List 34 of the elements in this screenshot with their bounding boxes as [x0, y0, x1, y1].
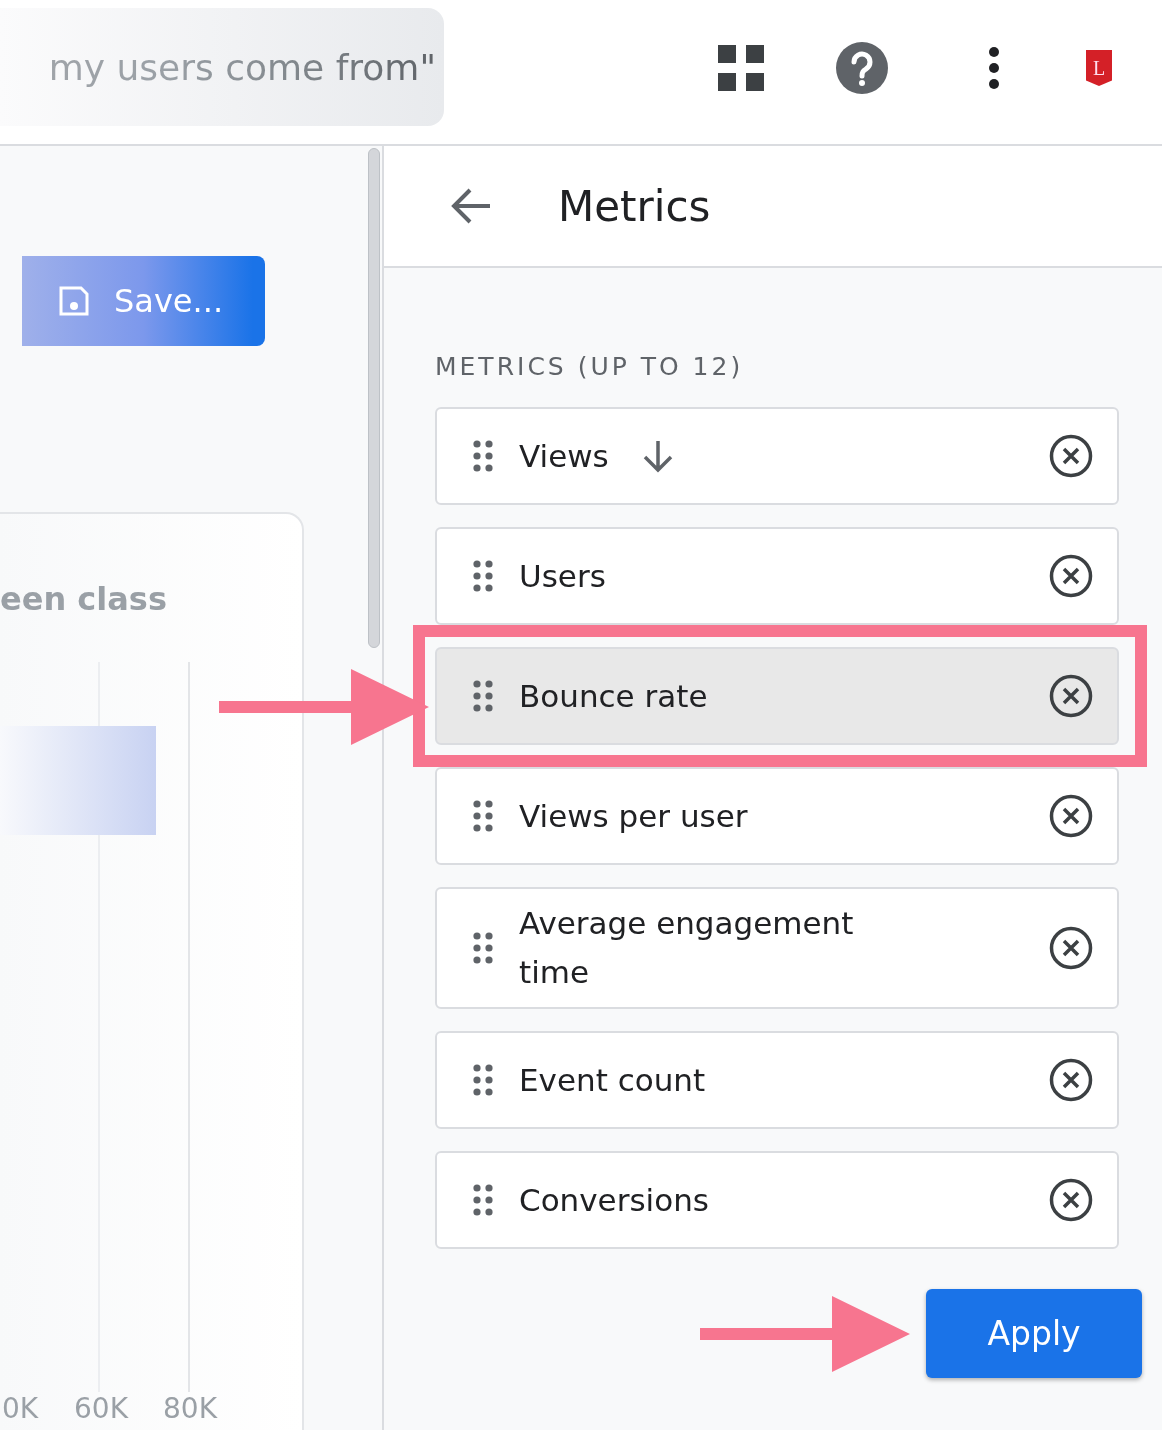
- apps-grid-icon[interactable]: [718, 45, 764, 91]
- metric-chip[interactable]: Conversions: [435, 1151, 1119, 1249]
- remove-icon[interactable]: [1049, 1178, 1093, 1222]
- axis-label: 80K: [163, 1392, 217, 1425]
- panel-title: Metrics: [558, 181, 711, 231]
- metric-chip[interactable]: Average engagement time: [435, 887, 1119, 1009]
- remove-icon[interactable]: [1049, 554, 1093, 598]
- help-icon[interactable]: [836, 42, 888, 94]
- drag-handle-icon[interactable]: [473, 800, 493, 832]
- more-menu-icon[interactable]: [988, 47, 1000, 89]
- drag-handle-icon[interactable]: [473, 1064, 493, 1096]
- metric-chip[interactable]: Users: [435, 527, 1119, 625]
- remove-icon[interactable]: [1049, 674, 1093, 718]
- scrollbar-thumb[interactable]: [368, 148, 380, 648]
- metric-chip[interactable]: Bounce rate: [435, 647, 1119, 745]
- remove-icon[interactable]: [1049, 1058, 1093, 1102]
- drag-handle-icon[interactable]: [473, 932, 493, 964]
- metric-chip[interactable]: Views per user: [435, 767, 1119, 865]
- back-arrow-icon[interactable]: [450, 188, 492, 224]
- metric-chip[interactable]: Event count: [435, 1031, 1119, 1129]
- drag-handle-icon[interactable]: [473, 680, 493, 712]
- metric-chip[interactable]: Views: [435, 407, 1119, 505]
- remove-icon[interactable]: [1049, 794, 1093, 838]
- card-title: een class: [0, 580, 168, 618]
- remove-icon[interactable]: [1049, 926, 1093, 970]
- drag-handle-icon[interactable]: [473, 1184, 493, 1216]
- section-label: METRICS (UP TO 12): [435, 352, 745, 381]
- apply-button[interactable]: Apply: [926, 1289, 1142, 1378]
- drag-handle-icon[interactable]: [473, 560, 493, 592]
- account-logo[interactable]: L: [1086, 50, 1112, 86]
- axis-label: 0K: [2, 1392, 39, 1425]
- axis-label: 60K: [74, 1392, 128, 1425]
- remove-icon[interactable]: [1049, 434, 1093, 478]
- drag-handle-icon[interactable]: [473, 440, 493, 472]
